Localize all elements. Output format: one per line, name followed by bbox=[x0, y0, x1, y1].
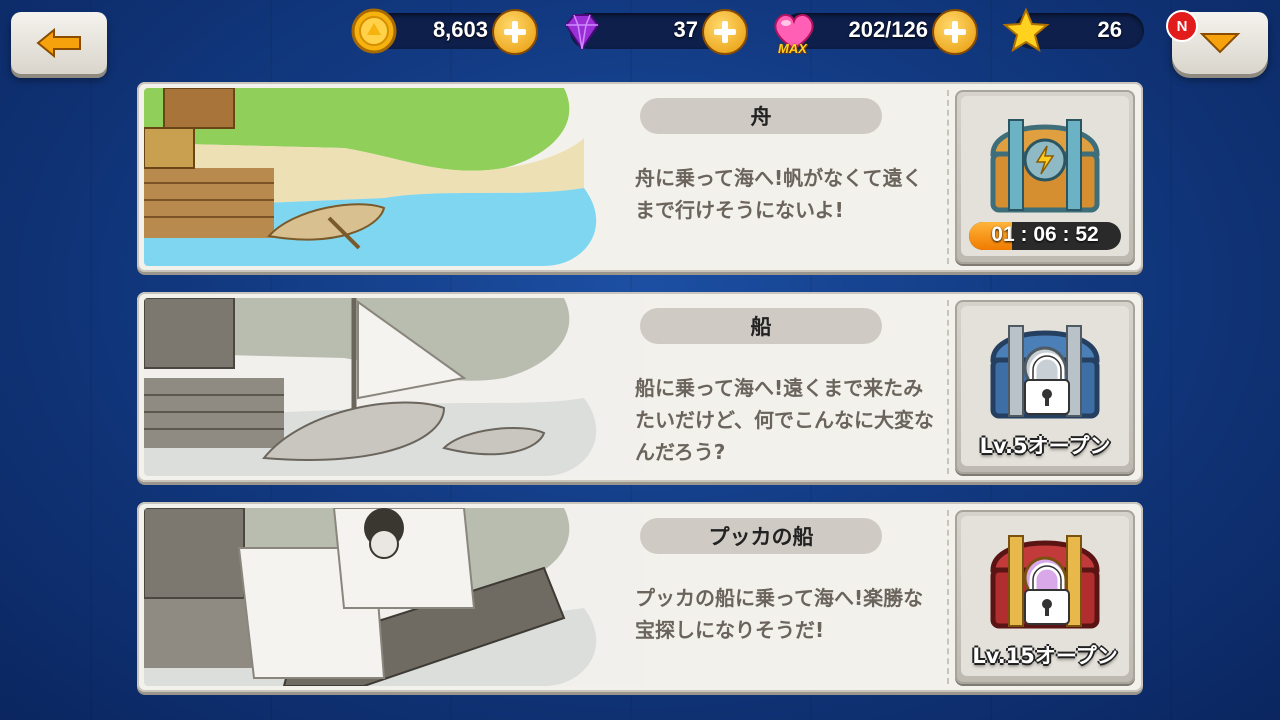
new-badge: N bbox=[1166, 10, 1198, 42]
timer-text: 01 : 06 : 52 bbox=[991, 223, 1099, 246]
locked-chest-button[interactable]: Lv.5オープン bbox=[955, 300, 1135, 474]
lock-icon bbox=[1024, 352, 1070, 415]
boat-scene-image bbox=[144, 298, 644, 476]
divider bbox=[947, 510, 949, 684]
boat-card-2[interactable]: 船 船に乗って海へ!遠くまで来たみたいだけど、何でこんなに大変なんだろう? Lv… bbox=[137, 292, 1143, 482]
chevron-down-icon bbox=[1199, 33, 1241, 54]
coin-value: 8,603 bbox=[432, 17, 488, 42]
star-counter: 26 bbox=[1002, 7, 1144, 53]
gem-counter: 37 bbox=[564, 9, 748, 55]
hearts-max-badge: MAX bbox=[778, 41, 807, 56]
back-arrow-icon bbox=[36, 28, 81, 58]
treasure-chest-button[interactable]: 01 : 06 : 52 bbox=[955, 90, 1135, 264]
coin-icon bbox=[351, 8, 397, 54]
heart-value: 202/126 bbox=[848, 17, 928, 42]
menu-dropdown-button[interactable]: N bbox=[1166, 10, 1268, 74]
boat-scene-image bbox=[144, 88, 644, 266]
star-value: 26 bbox=[1097, 17, 1122, 42]
locked-chest-button[interactable]: Lv.15オープン bbox=[955, 510, 1135, 684]
boat-description: 船に乗って海へ!遠くまで来たみたいだけど、何でこんなに大変なんだろう? bbox=[635, 376, 934, 464]
lock-icon bbox=[1024, 562, 1070, 625]
boat-title: 船 bbox=[640, 308, 882, 344]
boat-card-3[interactable]: プッカの船 プッカの船に乗って海へ!楽勝な宝探しになりそうだ! Lv.15オープ… bbox=[137, 502, 1143, 692]
boat-card-1[interactable]: 舟 舟に乗って海へ!帆がなくて遠くまで行けそうにないよ! 01 : 06 : 5… bbox=[137, 82, 1143, 272]
boat-description: プッカの船に乗って海へ!楽勝な宝探しになりそうだ! bbox=[635, 586, 924, 642]
star-icon bbox=[1002, 7, 1050, 53]
add-gems-button[interactable] bbox=[702, 9, 748, 55]
treasure-chest-icon bbox=[990, 119, 1100, 213]
divider bbox=[947, 90, 949, 264]
divider bbox=[947, 300, 949, 474]
back-button[interactable] bbox=[11, 12, 107, 74]
gem-icon bbox=[564, 14, 600, 51]
boat-description: 舟に乗って海へ!帆がなくて遠くまで行けそうにないよ! bbox=[635, 166, 923, 222]
boat-title: 舟 bbox=[640, 98, 882, 134]
boat-scene-image bbox=[144, 508, 644, 686]
add-hearts-button[interactable] bbox=[932, 9, 978, 55]
unlock-level-label: Lv.15オープン bbox=[972, 644, 1118, 668]
gem-value: 37 bbox=[673, 17, 698, 42]
boat-title: プッカの船 bbox=[640, 518, 882, 554]
coin-counter: 8,603 bbox=[351, 8, 538, 55]
heart-counter: MAX 202/126 bbox=[774, 9, 978, 56]
add-coins-button[interactable] bbox=[492, 9, 538, 55]
unlock-level-label: Lv.5オープン bbox=[979, 434, 1111, 458]
unlock-timer: 01 : 06 : 52 bbox=[969, 222, 1121, 250]
